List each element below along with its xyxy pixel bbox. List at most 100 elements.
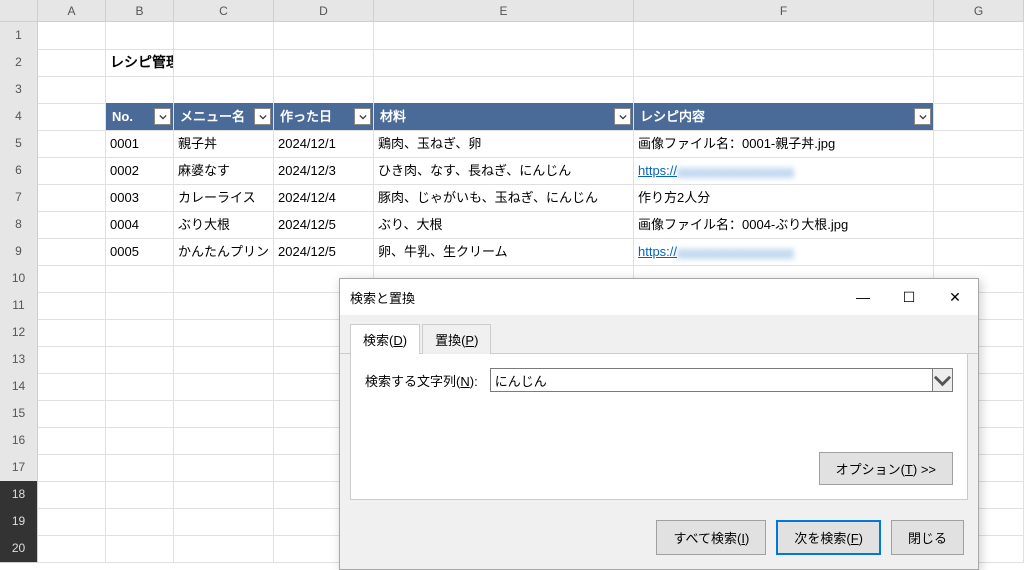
cell[interactable]: https://xxxxxxxxxxxxxxxxxx bbox=[634, 157, 934, 185]
maximize-button[interactable]: ☐ bbox=[886, 279, 932, 315]
cell[interactable]: 0002 bbox=[106, 157, 174, 185]
close-icon[interactable]: ✕ bbox=[932, 279, 978, 315]
cell[interactable] bbox=[174, 49, 274, 77]
cell[interactable] bbox=[274, 49, 374, 77]
find-all-button[interactable]: すべて検索(I) bbox=[656, 520, 766, 555]
cell[interactable] bbox=[106, 76, 174, 104]
cell[interactable] bbox=[174, 265, 274, 293]
row-header[interactable]: 6 bbox=[0, 157, 38, 185]
row-header[interactable]: 8 bbox=[0, 211, 38, 239]
cell[interactable] bbox=[106, 373, 174, 401]
cell[interactable] bbox=[38, 157, 106, 185]
cell[interactable]: 0001 bbox=[106, 130, 174, 158]
cell[interactable] bbox=[174, 373, 274, 401]
cell[interactable]: ぶり、大根 bbox=[374, 211, 634, 239]
cell[interactable]: https://xxxxxxxxxxxxxxxxxx bbox=[634, 238, 934, 266]
cell[interactable]: 作り方2人分 bbox=[634, 184, 934, 212]
cell[interactable] bbox=[38, 103, 106, 131]
cell[interactable] bbox=[634, 76, 934, 104]
cell[interactable] bbox=[174, 427, 274, 455]
cell[interactable] bbox=[106, 319, 174, 347]
cell[interactable] bbox=[174, 535, 274, 563]
cell[interactable] bbox=[174, 481, 274, 509]
filter-dropdown[interactable] bbox=[914, 108, 931, 125]
find-history-dropdown[interactable] bbox=[933, 368, 953, 392]
cell[interactable] bbox=[38, 508, 106, 536]
cell[interactable] bbox=[374, 76, 634, 104]
cell[interactable] bbox=[174, 319, 274, 347]
row-header[interactable]: 7 bbox=[0, 184, 38, 212]
tab-find[interactable]: 検索(D) bbox=[350, 324, 420, 354]
col-header-d[interactable]: D bbox=[274, 0, 374, 22]
row-header[interactable]: 13 bbox=[0, 346, 38, 374]
cell[interactable] bbox=[106, 400, 174, 428]
row-header[interactable]: 1 bbox=[0, 22, 38, 50]
filter-dropdown[interactable] bbox=[354, 108, 371, 125]
select-all-corner[interactable] bbox=[0, 0, 38, 22]
row-header[interactable]: 11 bbox=[0, 292, 38, 320]
col-header-f[interactable]: F bbox=[634, 0, 934, 22]
cell[interactable] bbox=[934, 49, 1024, 77]
minimize-button[interactable]: — bbox=[840, 279, 886, 315]
cell[interactable] bbox=[38, 400, 106, 428]
row-header[interactable]: 3 bbox=[0, 76, 38, 104]
row-header[interactable]: 19 bbox=[0, 508, 38, 536]
cell[interactable] bbox=[934, 238, 1024, 266]
col-header-a[interactable]: A bbox=[38, 0, 106, 22]
cell[interactable]: 作った日 bbox=[274, 103, 374, 131]
cell[interactable] bbox=[106, 346, 174, 374]
cell[interactable]: 親子丼 bbox=[174, 130, 274, 158]
cell[interactable]: 卵、牛乳、生クリーム bbox=[374, 238, 634, 266]
cell[interactable] bbox=[38, 346, 106, 374]
cell[interactable] bbox=[106, 508, 174, 536]
cell[interactable]: 豚肉、じゃがいも、玉ねぎ、にんじん bbox=[374, 184, 634, 212]
cell[interactable] bbox=[174, 346, 274, 374]
cell[interactable] bbox=[38, 535, 106, 563]
cell[interactable]: ぶり大根 bbox=[174, 211, 274, 239]
cell[interactable]: レシピ管理リスト bbox=[106, 49, 174, 77]
row-header[interactable]: 15 bbox=[0, 400, 38, 428]
cell[interactable]: 画像ファイル名：0001-親子丼.jpg bbox=[634, 130, 934, 158]
cell[interactable] bbox=[934, 130, 1024, 158]
col-header-g[interactable]: G bbox=[934, 0, 1024, 22]
cell[interactable]: 麻婆なす bbox=[174, 157, 274, 185]
cell[interactable] bbox=[38, 76, 106, 104]
row-header[interactable]: 16 bbox=[0, 427, 38, 455]
cell[interactable] bbox=[106, 454, 174, 482]
cell[interactable] bbox=[634, 49, 934, 77]
cell[interactable] bbox=[174, 454, 274, 482]
row-header[interactable]: 18 bbox=[0, 481, 38, 509]
cell[interactable] bbox=[38, 22, 106, 50]
cell[interactable]: 鶏肉、玉ねぎ、卵 bbox=[374, 130, 634, 158]
col-header-e[interactable]: E bbox=[374, 0, 634, 22]
row-header[interactable]: 17 bbox=[0, 454, 38, 482]
row-header[interactable]: 12 bbox=[0, 319, 38, 347]
filter-dropdown[interactable] bbox=[254, 108, 271, 125]
row-header[interactable]: 5 bbox=[0, 130, 38, 158]
cell[interactable] bbox=[274, 22, 374, 50]
row-header[interactable]: 2 bbox=[0, 49, 38, 77]
cell[interactable] bbox=[934, 103, 1024, 131]
row-header[interactable]: 20 bbox=[0, 535, 38, 563]
cell[interactable]: 2024/12/5 bbox=[274, 238, 374, 266]
row-header[interactable]: 4 bbox=[0, 103, 38, 131]
cell[interactable]: 2024/12/3 bbox=[274, 157, 374, 185]
cell[interactable] bbox=[106, 265, 174, 293]
cell[interactable]: レシピ内容 bbox=[634, 103, 934, 131]
cell[interactable]: 2024/12/4 bbox=[274, 184, 374, 212]
cell[interactable] bbox=[934, 211, 1024, 239]
cell[interactable]: 0003 bbox=[106, 184, 174, 212]
cell[interactable] bbox=[934, 76, 1024, 104]
find-next-button[interactable]: 次を検索(F) bbox=[776, 520, 881, 555]
cell[interactable] bbox=[38, 373, 106, 401]
col-header-c[interactable]: C bbox=[174, 0, 274, 22]
cell[interactable] bbox=[634, 22, 934, 50]
filter-dropdown[interactable] bbox=[614, 108, 631, 125]
cell[interactable] bbox=[174, 508, 274, 536]
find-input[interactable] bbox=[490, 368, 933, 392]
filter-dropdown[interactable] bbox=[154, 108, 171, 125]
cell[interactable]: 画像ファイル名：0004-ぶり大根.jpg bbox=[634, 211, 934, 239]
cell[interactable]: カレーライス bbox=[174, 184, 274, 212]
cell[interactable]: メニュー名 bbox=[174, 103, 274, 131]
cell[interactable] bbox=[274, 76, 374, 104]
